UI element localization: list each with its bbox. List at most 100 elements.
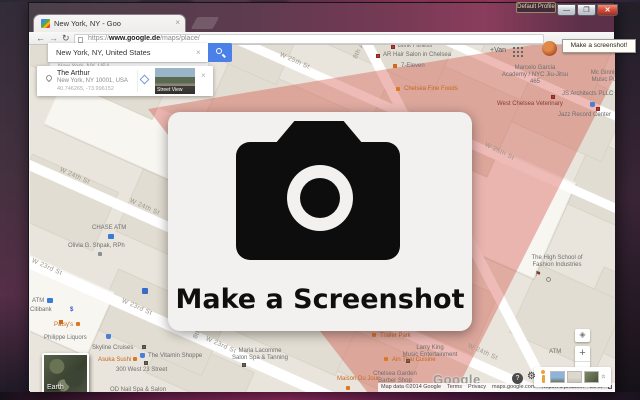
map-poi[interactable]: AR Hair Salon in Chelsea (383, 52, 451, 59)
maps-site-link[interactable]: maps.google.com (492, 383, 535, 392)
map-poi[interactable]: Chelsea Fine Foods (404, 86, 458, 93)
divider (137, 70, 138, 92)
food-icon (384, 357, 388, 361)
map-poi[interactable]: West Chelsea Veterinary (497, 101, 563, 108)
food-icon (133, 357, 137, 361)
map-poi[interactable]: Patsy's (54, 322, 73, 329)
marker-red (376, 54, 380, 58)
search-icon-handle (222, 54, 226, 58)
map-poi[interactable]: Asuka Sushi (98, 357, 131, 364)
food-icon (372, 333, 376, 337)
promo-title: Make a Screenshot (168, 284, 472, 315)
map-poi[interactable]: Jazz Record Center (558, 112, 611, 119)
food-icon (76, 322, 80, 326)
map-poi[interactable]: Olivia G. Shpak, RPh (68, 243, 125, 250)
directions-icon[interactable] (140, 75, 150, 85)
street-view-label: Street View (155, 86, 195, 94)
map-poi[interactable]: CHASE ATM (92, 225, 126, 232)
avatar[interactable] (542, 41, 557, 56)
pegman-icon[interactable] (539, 370, 547, 384)
dollar-icon: $ (70, 307, 73, 313)
place-pin-icon (45, 74, 53, 82)
url-scheme: https:// (88, 35, 109, 42)
zoom-in-button[interactable]: + (575, 346, 590, 362)
map-poi[interactable]: Marcelo GarciaAcademy / NYC Jiu-Jitsu465 (485, 65, 585, 86)
bag-blue (590, 102, 595, 107)
map-poi[interactable]: Philippe Liquors (44, 335, 87, 342)
imagery-bar: » (534, 367, 611, 387)
map-poi[interactable]: ATM (549, 349, 561, 356)
privacy-link[interactable]: Privacy (468, 383, 486, 392)
atm-blue (108, 234, 114, 239)
clear-search-icon[interactable]: × (196, 48, 201, 57)
settings-gear-icon[interactable]: ⚙ (527, 371, 536, 382)
map-poi[interactable]: Blink Fitness (398, 45, 432, 50)
apps-grid-icon[interactable] (513, 47, 515, 49)
map-poi[interactable]: Skyline Cruises (92, 345, 133, 352)
marker-dark (144, 361, 148, 365)
help-button[interactable]: ? (512, 373, 523, 384)
new-tab-button[interactable] (191, 17, 219, 29)
search-input[interactable]: New York, NY, United States (48, 43, 208, 62)
close-card-icon[interactable]: × (201, 71, 206, 80)
url-bar[interactable]: https://www.google.de/maps/place/ (74, 34, 544, 44)
earth-thumbnail[interactable] (584, 371, 599, 383)
desktop-background-right (614, 2, 640, 392)
marker-red (596, 107, 600, 111)
tab-close-icon[interactable]: × (175, 18, 180, 27)
place-address: New York, NY 10001, USA (57, 78, 128, 84)
map-poi[interactable]: OD Nail Spa & Salon (110, 387, 166, 392)
camera-lens-inner (300, 178, 340, 218)
rx-icon (98, 252, 102, 256)
camera-icon-top (275, 121, 363, 144)
map-poi[interactable]: 7-Eleven (401, 63, 425, 70)
search-button[interactable] (208, 43, 232, 62)
map-poi[interactable]: Larry KingMusic Entertainment (390, 345, 470, 359)
map-poi[interactable]: The Vitamin Shoppe (148, 353, 202, 360)
terms-link[interactable]: Terms (447, 383, 462, 392)
url-path: /maps/place/ (160, 35, 200, 42)
my-location-button[interactable]: ◈ (575, 329, 590, 342)
marker-red (391, 45, 395, 49)
marker-red (551, 95, 555, 99)
map-data-credit: Map data ©2014 Google (381, 383, 441, 392)
search-icon (216, 48, 222, 54)
close-window-button[interactable]: ✕ (597, 4, 618, 16)
streetview-thumbnail[interactable] (550, 371, 565, 383)
screenshot-promo-overlay: Make a Screenshot (168, 112, 472, 331)
place-name: The Arthur (57, 70, 90, 77)
profile-chip: Default Profile (516, 2, 556, 13)
map-thumbnail[interactable] (567, 371, 582, 383)
street-view-thumbnail[interactable]: Street View (155, 68, 195, 94)
extension-tooltip: Make a screenshot! (562, 39, 636, 53)
place-card: The Arthur New York, NY 10001, USA 40.74… (37, 66, 213, 96)
atm-blue (47, 298, 53, 303)
ring-icon (546, 277, 551, 282)
map-poi[interactable]: Citibank (30, 307, 52, 314)
map-poi[interactable]: 300 West 23 Street (116, 367, 167, 374)
marker-dark (242, 363, 246, 367)
marker-dark (142, 345, 146, 349)
maximize-button[interactable]: ❐ (577, 4, 596, 16)
back-button[interactable]: ← (36, 33, 45, 44)
map-poi[interactable]: Mc Ginnis &Music Publi (575, 70, 615, 84)
map-poi[interactable]: Maria LacommeSalon Spa & Tanning (215, 348, 305, 362)
map-poi[interactable]: Trailer Park (380, 333, 411, 340)
bag-blue (140, 353, 145, 358)
map-poi[interactable]: ATM (32, 298, 44, 305)
browser-tab[interactable]: New York, NY - Goo × (33, 14, 186, 32)
subway-icon (142, 288, 148, 294)
collapse-icon[interactable]: » (599, 374, 608, 378)
tab-title: New York, NY - Goo (54, 19, 168, 29)
marker-orange (393, 64, 397, 68)
page-icon (78, 37, 83, 43)
food-icon (396, 87, 400, 91)
google-plus-name[interactable]: +Van (490, 47, 506, 54)
map-poi[interactable]: JS Architects PLLC (562, 91, 613, 98)
minimize-button[interactable]: — (557, 4, 576, 16)
desktop-background-bottom (0, 392, 640, 400)
earth-view-toggle[interactable]: Earth (42, 353, 89, 392)
flag-icon: ⚑ (535, 271, 541, 278)
map-poi[interactable]: The High School ofFashion Industries (517, 255, 597, 269)
food-icon (346, 386, 350, 390)
